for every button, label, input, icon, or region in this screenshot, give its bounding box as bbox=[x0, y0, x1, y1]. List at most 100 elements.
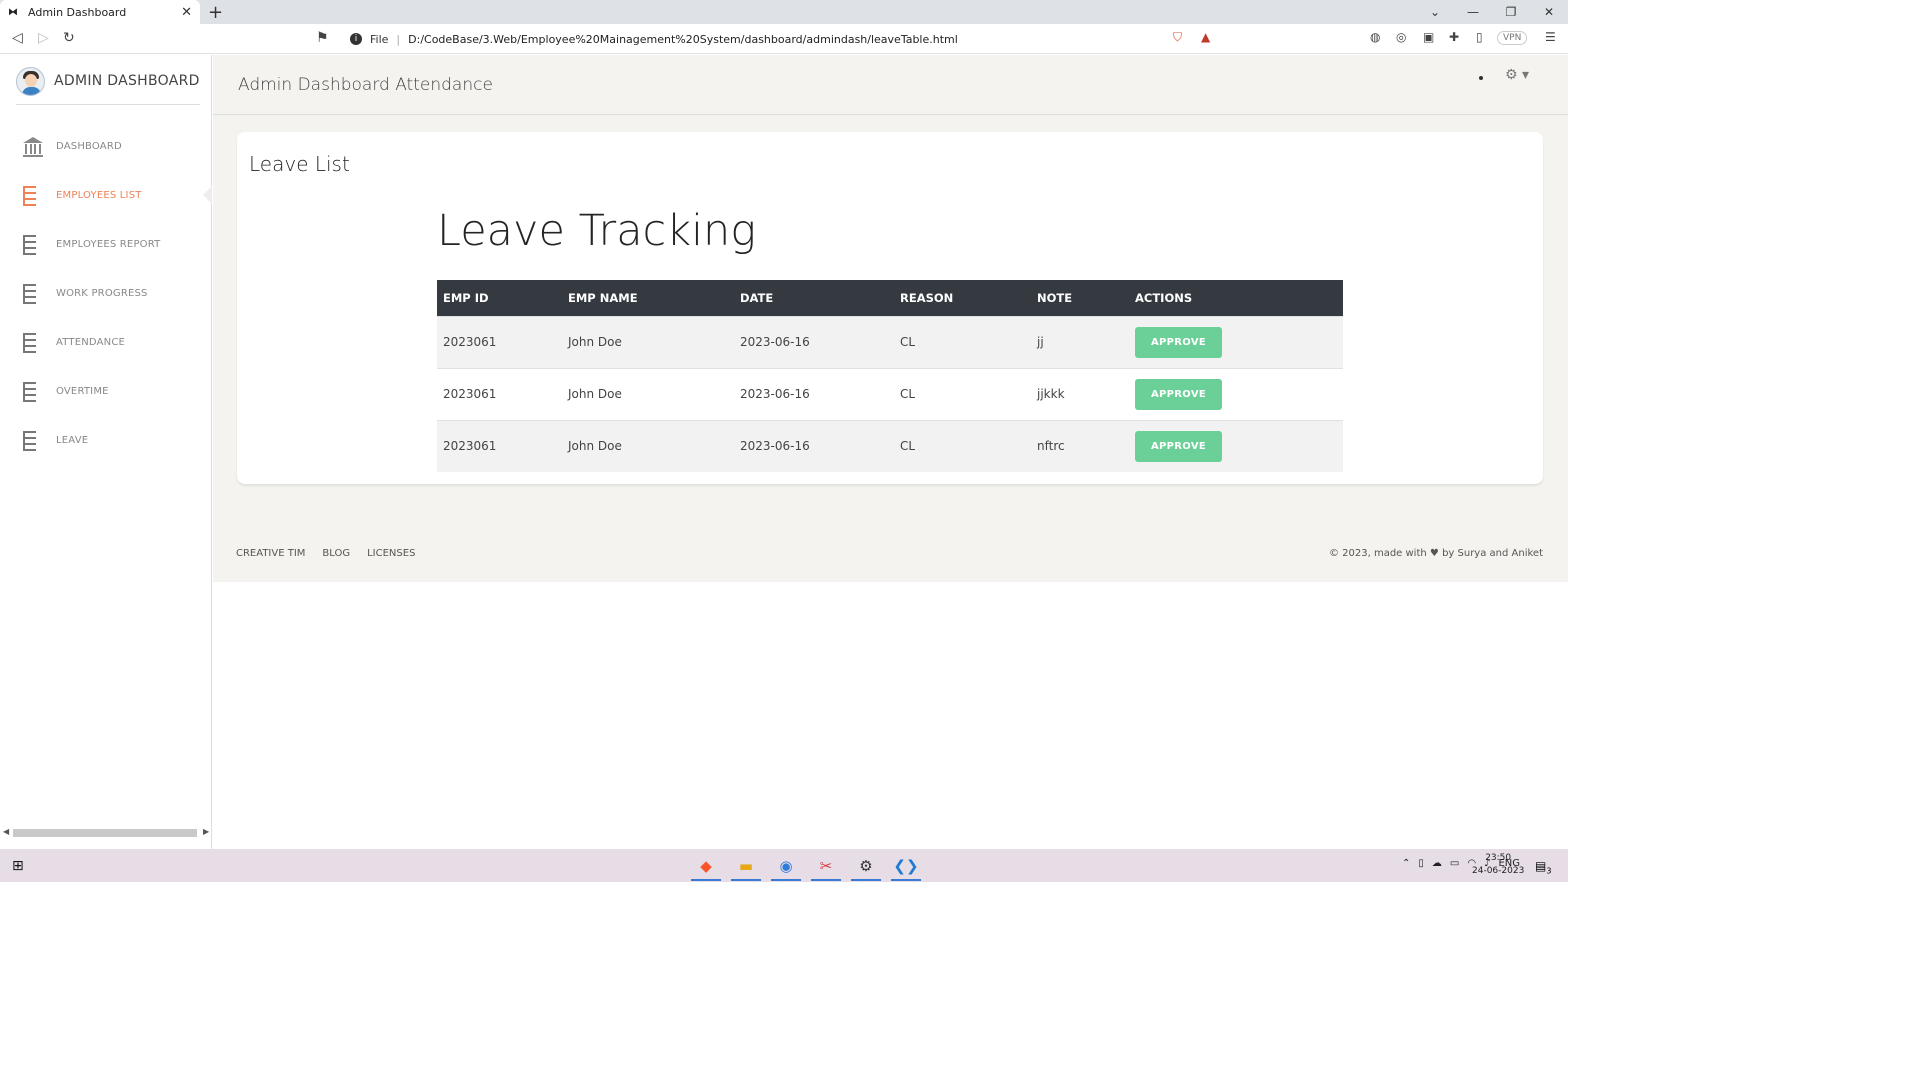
qbittorrent-icon[interactable]: ◉ bbox=[768, 849, 804, 882]
extensions-puzzle-icon[interactable]: ✚ bbox=[1449, 30, 1459, 44]
footer-link-creative-tim[interactable]: CREATIVE TIM bbox=[236, 548, 305, 559]
scroll-right-icon[interactable]: ▶ bbox=[203, 827, 209, 836]
emp-id-cell: 2023061 bbox=[437, 367, 562, 420]
vpn-button[interactable]: VPN bbox=[1497, 31, 1528, 45]
footer-link-licenses[interactable]: LICENSES bbox=[367, 548, 415, 559]
sidebar-item-label: LEAVE bbox=[56, 435, 89, 446]
minimize-button[interactable]: — bbox=[1454, 0, 1492, 24]
approve-button[interactable]: APPROVE bbox=[1135, 378, 1222, 410]
brave-shield-icon[interactable]: ⛉ bbox=[1173, 30, 1182, 45]
reason-cell: CL bbox=[894, 419, 1031, 472]
date-cell: 2023-06-16 bbox=[734, 315, 894, 368]
emp-name-cell: John Doe bbox=[562, 419, 734, 472]
brave-rewards-icon[interactable]: ▲ bbox=[1201, 30, 1210, 44]
address-bar[interactable]: i File | D:/CodeBase/3.Web/Employee%20Ma… bbox=[340, 27, 1222, 51]
url-protocol: File bbox=[370, 32, 389, 46]
list-icon bbox=[23, 430, 43, 451]
close-window-button[interactable]: ✕ bbox=[1530, 0, 1568, 24]
restore-button[interactable]: ❐ bbox=[1492, 0, 1530, 24]
sidebar-item-label: ATTENDANCE bbox=[56, 337, 126, 348]
leave-tracking-heading: Leave Tracking bbox=[437, 206, 757, 256]
column-header: ACTIONS bbox=[1129, 280, 1343, 316]
sidebar-item-employees-report[interactable]: EMPLOYEES REPORT bbox=[0, 220, 212, 269]
tray-device-icon[interactable]: ▯ bbox=[1418, 858, 1424, 869]
sidebar-item-dashboard[interactable]: DASHBOARD bbox=[0, 122, 212, 171]
url-text[interactable]: D:/CodeBase/3.Web/Employee%20Mainagement… bbox=[408, 33, 1222, 46]
window-controls: ⌄ — ❐ ✕ bbox=[1416, 0, 1568, 24]
system-clock[interactable]: 23:50 24-06-2023 bbox=[1472, 852, 1524, 878]
tab-search-button[interactable]: ⌄ bbox=[1416, 0, 1454, 24]
actions-cell: APPROVE bbox=[1129, 419, 1343, 472]
file-explorer-icon[interactable]: ▬ bbox=[728, 849, 764, 882]
scroll-left-icon[interactable]: ◀ bbox=[3, 827, 9, 836]
extension-a-icon[interactable]: ▣ bbox=[1423, 30, 1434, 44]
settings-gear-icon[interactable]: ⚙ ▾ bbox=[1505, 67, 1529, 83]
list-icon bbox=[23, 234, 43, 255]
sidebar-item-employees-list[interactable]: EMPLOYEES LIST bbox=[0, 171, 212, 220]
list-icon bbox=[23, 381, 43, 402]
battery-icon[interactable]: ▭ bbox=[1450, 858, 1459, 869]
tab-strip: ⧓ Admin Dashboard ✕ + ⌄ — ❐ ✕ bbox=[0, 0, 1568, 24]
sidebar-item-overtime[interactable]: OVERTIME bbox=[0, 367, 212, 416]
leave-list-card: Leave List Leave Tracking EMP ID EMP NAM… bbox=[237, 132, 1543, 484]
date-cell: 2023-06-16 bbox=[734, 419, 894, 472]
notification-center-icon[interactable]: ▤3 bbox=[1535, 859, 1551, 875]
avatar bbox=[16, 67, 45, 96]
list-icon bbox=[23, 185, 43, 206]
browser-tab[interactable]: ⧓ Admin Dashboard ✕ bbox=[0, 0, 200, 24]
clock-time: 23:50 bbox=[1485, 853, 1512, 863]
approve-button[interactable]: APPROVE bbox=[1135, 326, 1222, 358]
menu-icon[interactable]: ☰ bbox=[1545, 30, 1556, 44]
settings-app-icon[interactable]: ⚙ bbox=[848, 849, 884, 882]
vscode-icon[interactable]: ❮❯ bbox=[888, 849, 924, 882]
sidebar-horizontal-scrollbar[interactable]: ◀ ▶ bbox=[0, 827, 212, 837]
snipping-tool-icon[interactable]: ✂ bbox=[808, 849, 844, 882]
footer-link-blog[interactable]: BLOG bbox=[322, 548, 350, 559]
page-title: Admin Dashboard Attendance bbox=[238, 75, 493, 95]
column-header: NOTE bbox=[1031, 280, 1129, 316]
browser-window: ⧓ Admin Dashboard ✕ + ⌄ — ❐ ✕ ◁ ▷ ↻ ⚑ i … bbox=[0, 0, 1568, 882]
sidebar-toggle-icon[interactable]: ▯ bbox=[1476, 30, 1483, 44]
translate-icon[interactable]: ◍ bbox=[1370, 30, 1380, 44]
reload-icon[interactable]: ↻ bbox=[63, 30, 75, 46]
forward-icon[interactable]: ▷ bbox=[38, 30, 49, 46]
sidebar-menu: DASHBOARD EMPLOYEES LIST EMPLOYEES REPOR… bbox=[0, 122, 212, 465]
onedrive-icon[interactable]: ☁ bbox=[1432, 858, 1442, 869]
approve-button[interactable]: APPROVE bbox=[1135, 430, 1222, 462]
content-area: Admin Dashboard Attendance ⚙ ▾ Leave Lis… bbox=[213, 55, 1568, 582]
table-row: 2023061 John Doe 2023-06-16 CL nftrc APP… bbox=[437, 419, 1343, 472]
leave-table: EMP ID EMP NAME DATE REASON NOTE ACTIONS… bbox=[437, 280, 1343, 472]
sidebar: ADMIN DASHBOARD DASHBOARD EMPLOYEES LIST bbox=[0, 55, 212, 849]
actions-cell: APPROVE bbox=[1129, 315, 1343, 368]
list-icon bbox=[23, 332, 43, 353]
actions-cell: APPROVE bbox=[1129, 367, 1343, 420]
reason-cell: CL bbox=[894, 315, 1031, 368]
sidebar-item-work-progress[interactable]: WORK PROGRESS bbox=[0, 269, 212, 318]
bookmark-icon[interactable]: ⚑ bbox=[316, 30, 329, 46]
tray-expand-icon[interactable]: ⌃ bbox=[1402, 858, 1410, 869]
table-row: 2023061 John Doe 2023-06-16 CL jjkkk APP… bbox=[437, 367, 1343, 420]
sidebar-item-attendance[interactable]: ATTENDANCE bbox=[0, 318, 212, 367]
sidebar-item-label: EMPLOYEES LIST bbox=[56, 190, 142, 201]
reason-cell: CL bbox=[894, 367, 1031, 420]
notification-dot-icon[interactable] bbox=[1479, 76, 1483, 80]
new-tab-button[interactable]: + bbox=[208, 2, 223, 23]
table-header-row: EMP ID EMP NAME DATE REASON NOTE ACTIONS bbox=[437, 280, 1343, 316]
sidebar-brand[interactable]: ADMIN DASHBOARD bbox=[16, 67, 200, 105]
globe-icon[interactable]: ◎ bbox=[1396, 30, 1406, 44]
note-cell: jjkkk bbox=[1031, 367, 1129, 420]
note-cell: jj bbox=[1031, 315, 1129, 368]
note-cell: nftrc bbox=[1031, 419, 1129, 472]
tab-close-icon[interactable]: ✕ bbox=[181, 5, 192, 20]
footer-links: CREATIVE TIM BLOG LICENSES bbox=[236, 548, 415, 559]
list-icon bbox=[23, 283, 43, 304]
emp-name-cell: John Doe bbox=[562, 367, 734, 420]
windows-start-icon[interactable]: ⊞ bbox=[12, 858, 24, 874]
scrollbar-thumb[interactable] bbox=[13, 829, 197, 837]
sidebar-item-leave[interactable]: LEAVE bbox=[0, 416, 212, 465]
emp-id-cell: 2023061 bbox=[437, 419, 562, 472]
back-icon[interactable]: ◁ bbox=[12, 30, 23, 46]
site-info-icon[interactable]: i bbox=[350, 33, 362, 45]
taskbar: ⊞ ◆ ▬ ◉ ✂ ⚙ ❮❯ ⌃ ▯ ☁ ▭ ◠ ♪ ENG 23:50 24-… bbox=[0, 849, 1568, 882]
brave-browser-icon[interactable]: ◆ bbox=[688, 849, 724, 882]
